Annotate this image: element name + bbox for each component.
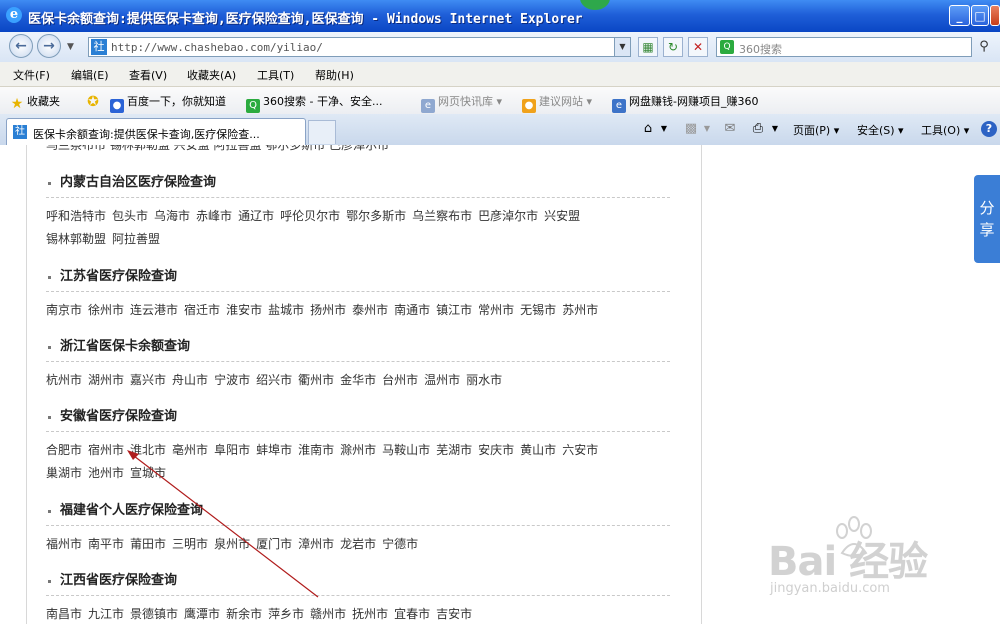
- arrow-line: [133, 455, 319, 598]
- back-arrow-icon: ←: [15, 38, 27, 54]
- favorite-netdisk-label: 网盘赚钱-网赚项目_赚360: [629, 95, 759, 108]
- favorite-baidu-label: 百度一下，你就知道: [127, 95, 226, 108]
- baidu-jingyan-watermark: Bai 经验 jingyan.baidu.com: [768, 515, 998, 624]
- window-title: 医保卡余额查询:提供医保卡查询,医疗保险查询,医保查询 - Windows In…: [28, 12, 583, 27]
- favorite-360search-label: 360搜索 - 干净、安全...: [263, 95, 383, 108]
- notification-indicator: [580, 0, 610, 10]
- address-dropdown-icon[interactable]: ▼: [614, 38, 630, 56]
- feeds-icon[interactable]: ▩: [683, 121, 699, 137]
- magnifier-icon: ⚲: [979, 39, 989, 54]
- maximize-button[interactable]: □: [971, 5, 989, 26]
- favorite-web-slice[interactable]: e 网页快讯库 ▾: [421, 93, 502, 113]
- favorite-netdisk[interactable]: e 网盘赚钱-网赚项目_赚360: [612, 93, 758, 113]
- favorites-label: 收藏夹: [27, 95, 60, 108]
- suggested-sites-icon: ●: [522, 99, 536, 113]
- back-button[interactable]: ←: [9, 34, 33, 58]
- refresh-button[interactable]: ↻: [663, 37, 683, 57]
- tab-favicon: 社: [13, 125, 27, 139]
- search-box[interactable]: Q 360搜索: [716, 37, 972, 57]
- baidu-paw-icon: ●: [110, 99, 124, 113]
- menu-tools[interactable]: 工具(T): [257, 67, 294, 83]
- tab-bar: 社 医保卡余额查询:提供医保卡查询,医疗保险查... ⌂ ▼ ▩ ▼ ✉ ⎙ ▼…: [0, 114, 1000, 146]
- star-icon: ★: [10, 96, 24, 112]
- favorite-suggested-sites-label: 建议网站 ▾: [539, 95, 593, 108]
- favorite-suggested-sites[interactable]: ● 建议网站 ▾: [522, 93, 592, 113]
- add-star-icon: ✪: [87, 94, 99, 110]
- minimize-button[interactable]: _: [949, 5, 970, 26]
- help-icon[interactable]: ?: [981, 121, 997, 137]
- close-button[interactable]: [990, 5, 1000, 26]
- page-menu[interactable]: 页面(P) ▾: [793, 122, 839, 138]
- refresh-icon: ↻: [667, 40, 679, 54]
- forward-arrow-icon: →: [43, 38, 55, 54]
- web-slice-icon: e: [421, 99, 435, 113]
- address-input[interactable]: http://www.chashebao.com/yiliao/: [111, 41, 323, 54]
- favorite-web-slice-label: 网页快讯库 ▾: [438, 95, 503, 108]
- add-favorite-button[interactable]: ✪: [86, 93, 103, 109]
- favorites-button[interactable]: ★ 收藏夹: [10, 93, 60, 111]
- 360-search-icon: Q: [720, 40, 734, 54]
- compatibility-view-button[interactable]: ▦: [638, 37, 658, 57]
- address-bar[interactable]: 社 http://www.chashebao.com/yiliao/ ▼: [88, 37, 631, 57]
- feeds-dropdown-icon[interactable]: ▼: [699, 121, 715, 137]
- search-button[interactable]: ⚲: [974, 37, 994, 57]
- internet-explorer-icon: e: [6, 7, 22, 23]
- menu-bar: 文件(F) 编辑(E) 查看(V) 收藏夹(A) 工具(T) 帮助(H): [0, 62, 1000, 87]
- search-input[interactable]: 360搜索: [739, 41, 782, 57]
- tab-label: 医保卡余额查询:提供医保卡查询,医疗保险查...: [33, 128, 260, 141]
- watermark-url: jingyan.baidu.com: [770, 581, 890, 596]
- site-favicon: 社: [91, 39, 107, 55]
- favorite-baidu[interactable]: ● 百度一下，你就知道: [110, 93, 226, 113]
- stop-button[interactable]: ✕: [688, 37, 708, 57]
- favorite-360search[interactable]: Q 360搜索 - 干净、安全...: [246, 93, 382, 113]
- new-tab-button[interactable]: [308, 120, 336, 144]
- menu-favorites[interactable]: 收藏夹(A): [187, 67, 236, 83]
- compatibility-icon: ▦: [642, 40, 654, 54]
- window-titlebar: e 医保卡余额查询:提供医保卡查询,医疗保险查询,医保查询 - Windows …: [0, 0, 1000, 32]
- menu-help[interactable]: 帮助(H): [315, 67, 354, 83]
- ie-page-icon: e: [612, 99, 626, 113]
- safety-menu[interactable]: 安全(S) ▾: [857, 122, 904, 138]
- favorites-bar: ★ 收藏夹 ✪ ● 百度一下，你就知道 Q 360搜索 - 干净、安全... e 网页快…: [0, 87, 1000, 115]
- page-content: 乌兰察布市 锡林郭勒盟 兴安盟 阿拉善盟 鄂尔多斯市 巴彦淖尔市 内蒙古自治区医…: [0, 145, 1000, 624]
- menu-edit[interactable]: 编辑(E): [71, 67, 109, 83]
- forward-button[interactable]: →: [37, 34, 61, 58]
- 360-icon: Q: [246, 99, 260, 113]
- menu-file[interactable]: 文件(F): [13, 67, 50, 83]
- mail-icon[interactable]: ✉: [722, 121, 738, 137]
- stop-icon: ✕: [692, 40, 704, 54]
- print-icon[interactable]: ⎙: [750, 121, 766, 137]
- print-dropdown-icon[interactable]: ▼: [767, 121, 783, 137]
- share-button[interactable]: 分享: [974, 175, 1000, 263]
- tab-active[interactable]: 社 医保卡余额查询:提供医保卡查询,医疗保险查...: [6, 118, 306, 145]
- home-dropdown-icon[interactable]: ▼: [656, 121, 672, 137]
- address-toolbar: ← → ▼ 社 http://www.chashebao.com/yiliao/…: [0, 32, 1000, 62]
- watermark-brand: Bai 经验: [768, 539, 928, 585]
- tools-menu[interactable]: 工具(O) ▾: [921, 122, 969, 138]
- menu-view[interactable]: 查看(V): [129, 67, 167, 83]
- history-dropdown-icon[interactable]: ▼: [67, 42, 74, 52]
- home-icon[interactable]: ⌂: [640, 121, 656, 137]
